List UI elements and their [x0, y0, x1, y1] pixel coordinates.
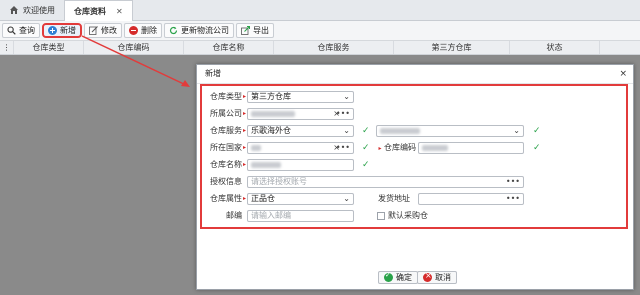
chevron-down-icon: ⌄ [343, 126, 350, 135]
form-area: 仓库类型 ▸ 第三方仓库 ⌄ 所属公司 ▸ × ••• 仓库服务 ▸ 乐歌海外仓… [200, 84, 628, 229]
app-root: 欢迎使用 仓库资料 ✕ 查询 新增 修改 删除 更新物流公司 导出 ⋮ 仓库类型… [0, 0, 640, 295]
add-warehouse-dialog: 新增 × 仓库类型 ▸ 第三方仓库 ⌄ 所属公司 ▸ × ••• 仓库服务 ▸ … [196, 64, 634, 290]
country-value-redacted [251, 144, 261, 151]
default-purchase-checkbox[interactable] [377, 212, 385, 220]
warehouse-type-select[interactable]: 第三方仓库 ⌄ [247, 91, 354, 103]
dialog-title: 新增 [205, 69, 221, 78]
close-icon[interactable]: × [619, 65, 627, 83]
more-icon[interactable]: ••• [336, 109, 350, 119]
ok-label: 确定 [396, 273, 412, 282]
required-marker: ▸ [243, 161, 247, 168]
service-secondary-select[interactable]: ⌄ [376, 125, 524, 137]
required-marker: ▸ [243, 144, 247, 151]
required-marker: ▸ [243, 93, 247, 100]
name-input[interactable] [247, 159, 354, 171]
more-icon[interactable]: ••• [506, 194, 520, 204]
cancel-label: 取消 [435, 273, 451, 282]
country-lookup[interactable]: × ••• [247, 142, 354, 154]
zip-input[interactable]: 请输入邮编 [247, 210, 354, 222]
required-marker: ▸ [243, 110, 247, 117]
service-select[interactable]: 乐歌海外仓 ⌄ [247, 125, 354, 137]
service-label: 仓库服务 [210, 126, 242, 135]
default-purchase-label: 默认采购仓 [388, 211, 428, 220]
valid-check-icon: ✓ [533, 143, 541, 153]
cancel-icon [423, 271, 432, 282]
attribute-label: 仓库属性 [210, 194, 242, 203]
auth-lookup[interactable]: 请选择授权账号 ••• [247, 176, 524, 188]
code-input[interactable] [418, 142, 524, 154]
valid-check-icon: ✓ [362, 160, 370, 170]
country-label: 所在国家 [210, 143, 242, 152]
chevron-down-icon: ⌄ [343, 92, 350, 101]
chevron-down-icon: ⌄ [513, 126, 520, 135]
check-icon [384, 271, 393, 282]
company-label: 所属公司 [210, 109, 242, 118]
chevron-down-icon: ⌄ [343, 194, 350, 203]
code-value-redacted [422, 144, 448, 151]
auth-label: 授权信息 [210, 177, 242, 186]
ship-address-label: 发货地址 [378, 194, 410, 203]
required-marker: ▸ [243, 127, 247, 134]
valid-check-icon: ✓ [362, 126, 370, 136]
valid-check-icon: ✓ [362, 143, 370, 153]
valid-check-icon: ✓ [533, 126, 541, 136]
ship-address-lookup[interactable]: ••• [418, 193, 524, 205]
company-lookup[interactable]: × ••• [247, 108, 354, 120]
cancel-button[interactable]: 取消 [417, 271, 457, 284]
service-secondary-redacted [380, 127, 420, 134]
warehouse-type-label: 仓库类型 [210, 92, 242, 101]
dialog-title-bar: 新增 × [197, 65, 633, 84]
code-label: ▸ 仓库编码 [378, 143, 416, 152]
more-icon[interactable]: ••• [506, 177, 520, 187]
attribute-select[interactable]: 正品仓 ⌄ [247, 193, 354, 205]
more-icon[interactable]: ••• [336, 143, 350, 153]
ok-button[interactable]: 确定 [378, 271, 418, 284]
name-value-redacted [251, 161, 281, 168]
company-value-redacted [251, 110, 295, 117]
required-marker: ▸ [243, 195, 247, 202]
zip-label: 邮编 [226, 211, 242, 220]
name-label: 仓库名称 [210, 160, 242, 169]
